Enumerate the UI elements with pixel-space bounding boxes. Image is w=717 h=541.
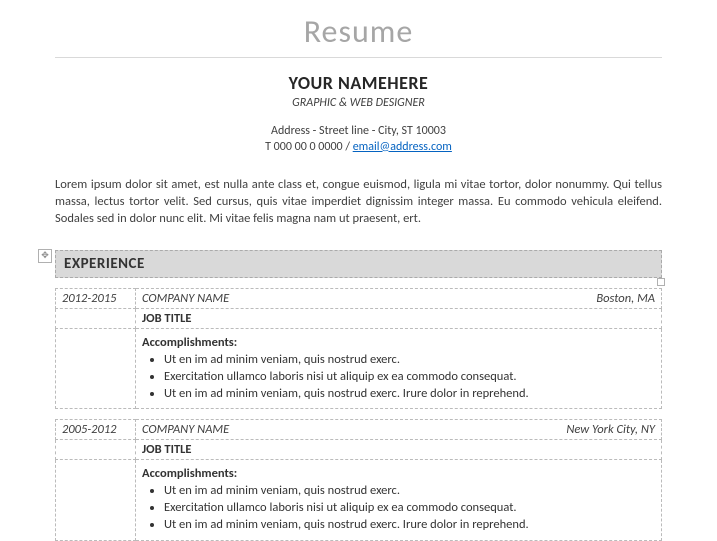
resume-header: YOUR NAMEHERE GRAPHIC & WEB DESIGNER Add…	[55, 72, 662, 155]
table-move-handle-icon[interactable]: ✥	[38, 249, 52, 263]
accomplishment-item[interactable]: Ut en im ad minim veniam, quis nostrud e…	[164, 352, 655, 369]
accomplishment-item[interactable]: Ut en im ad minim veniam, quis nostrud e…	[164, 483, 655, 500]
job-title[interactable]: JOB TITLE	[136, 440, 662, 460]
company-name: COMPANY NAME	[142, 291, 229, 306]
job-dates[interactable]: 2012-2015	[56, 288, 136, 308]
accomplishments-label: Accomplishments:	[142, 462, 655, 481]
accomplishments-cell[interactable]: Accomplishments: Ut en im ad minim veniam…	[136, 460, 662, 541]
job-location: New York City, NY	[566, 422, 655, 437]
accomplishment-item[interactable]: Exercitation ullamco laboris nisi ut ali…	[164, 369, 655, 386]
company-name: COMPANY NAME	[142, 422, 229, 437]
phone-text[interactable]: T 000 00 0 0000	[265, 140, 343, 154]
accomplishments-list: Ut en im ad minim veniam, quis nostrud e…	[142, 352, 655, 403]
job-table[interactable]: 2005-2012 COMPANY NAME New York City, NY JO…	[55, 419, 662, 541]
experience-section: ✥ EXPERIENCE 2012-2015COMPANY NAMEBoston…	[55, 250, 662, 541]
person-role[interactable]: GRAPHIC & WEB DESIGNER	[55, 96, 662, 110]
job-entry: 2005-2012 COMPANY NAME New York City, NY JO…	[55, 419, 662, 541]
document-watermark: Resume	[55, 0, 662, 58]
contact-block: Address - Street line - City, ST 10003 T…	[55, 124, 662, 155]
accomplishments-cell[interactable]: Accomplishments: Ut en im ad minim veniam…	[136, 328, 662, 409]
accomplishments-list: Ut en im ad minim veniam, quis nostrud e…	[142, 483, 655, 534]
accomplishment-item[interactable]: Ut en im ad minim veniam, quis nostrud e…	[164, 517, 655, 534]
table-resize-handle-icon[interactable]	[657, 278, 665, 286]
address-line[interactable]: Address - Street line - City, ST 10003	[55, 124, 662, 140]
email-link[interactable]: email@address.com	[353, 140, 452, 154]
section-heading-label: EXPERIENCE	[64, 255, 145, 273]
job-table[interactable]: 2012-2015 COMPANY NAME Boston, MA JOB TITLE…	[55, 288, 662, 410]
section-heading-experience[interactable]: EXPERIENCE	[55, 250, 662, 278]
job-entry: 2012-2015 COMPANY NAME Boston, MA JOB TITLE…	[55, 288, 662, 410]
separator: /	[343, 140, 353, 154]
company-location-cell[interactable]: COMPANY NAME New York City, NY	[136, 420, 662, 440]
job-location: Boston, MA	[596, 291, 655, 306]
job-title[interactable]: JOB TITLE	[136, 308, 662, 328]
accomplishment-item[interactable]: Ut en im ad minim veniam, quis nostrud e…	[164, 386, 655, 403]
accomplishments-label: Accomplishments:	[142, 331, 655, 350]
person-name[interactable]: YOUR NAMEHERE	[55, 72, 662, 94]
job-dates[interactable]: 2005-2012	[56, 420, 136, 440]
phone-email-line: T 000 00 0 0000 / email@address.com	[55, 140, 662, 156]
summary-paragraph[interactable]: Lorem ipsum dolor sit amet, est nulla an…	[55, 177, 662, 228]
company-location-cell[interactable]: COMPANY NAME Boston, MA	[136, 288, 662, 308]
accomplishment-item[interactable]: Exercitation ullamco laboris nisi ut ali…	[164, 500, 655, 517]
